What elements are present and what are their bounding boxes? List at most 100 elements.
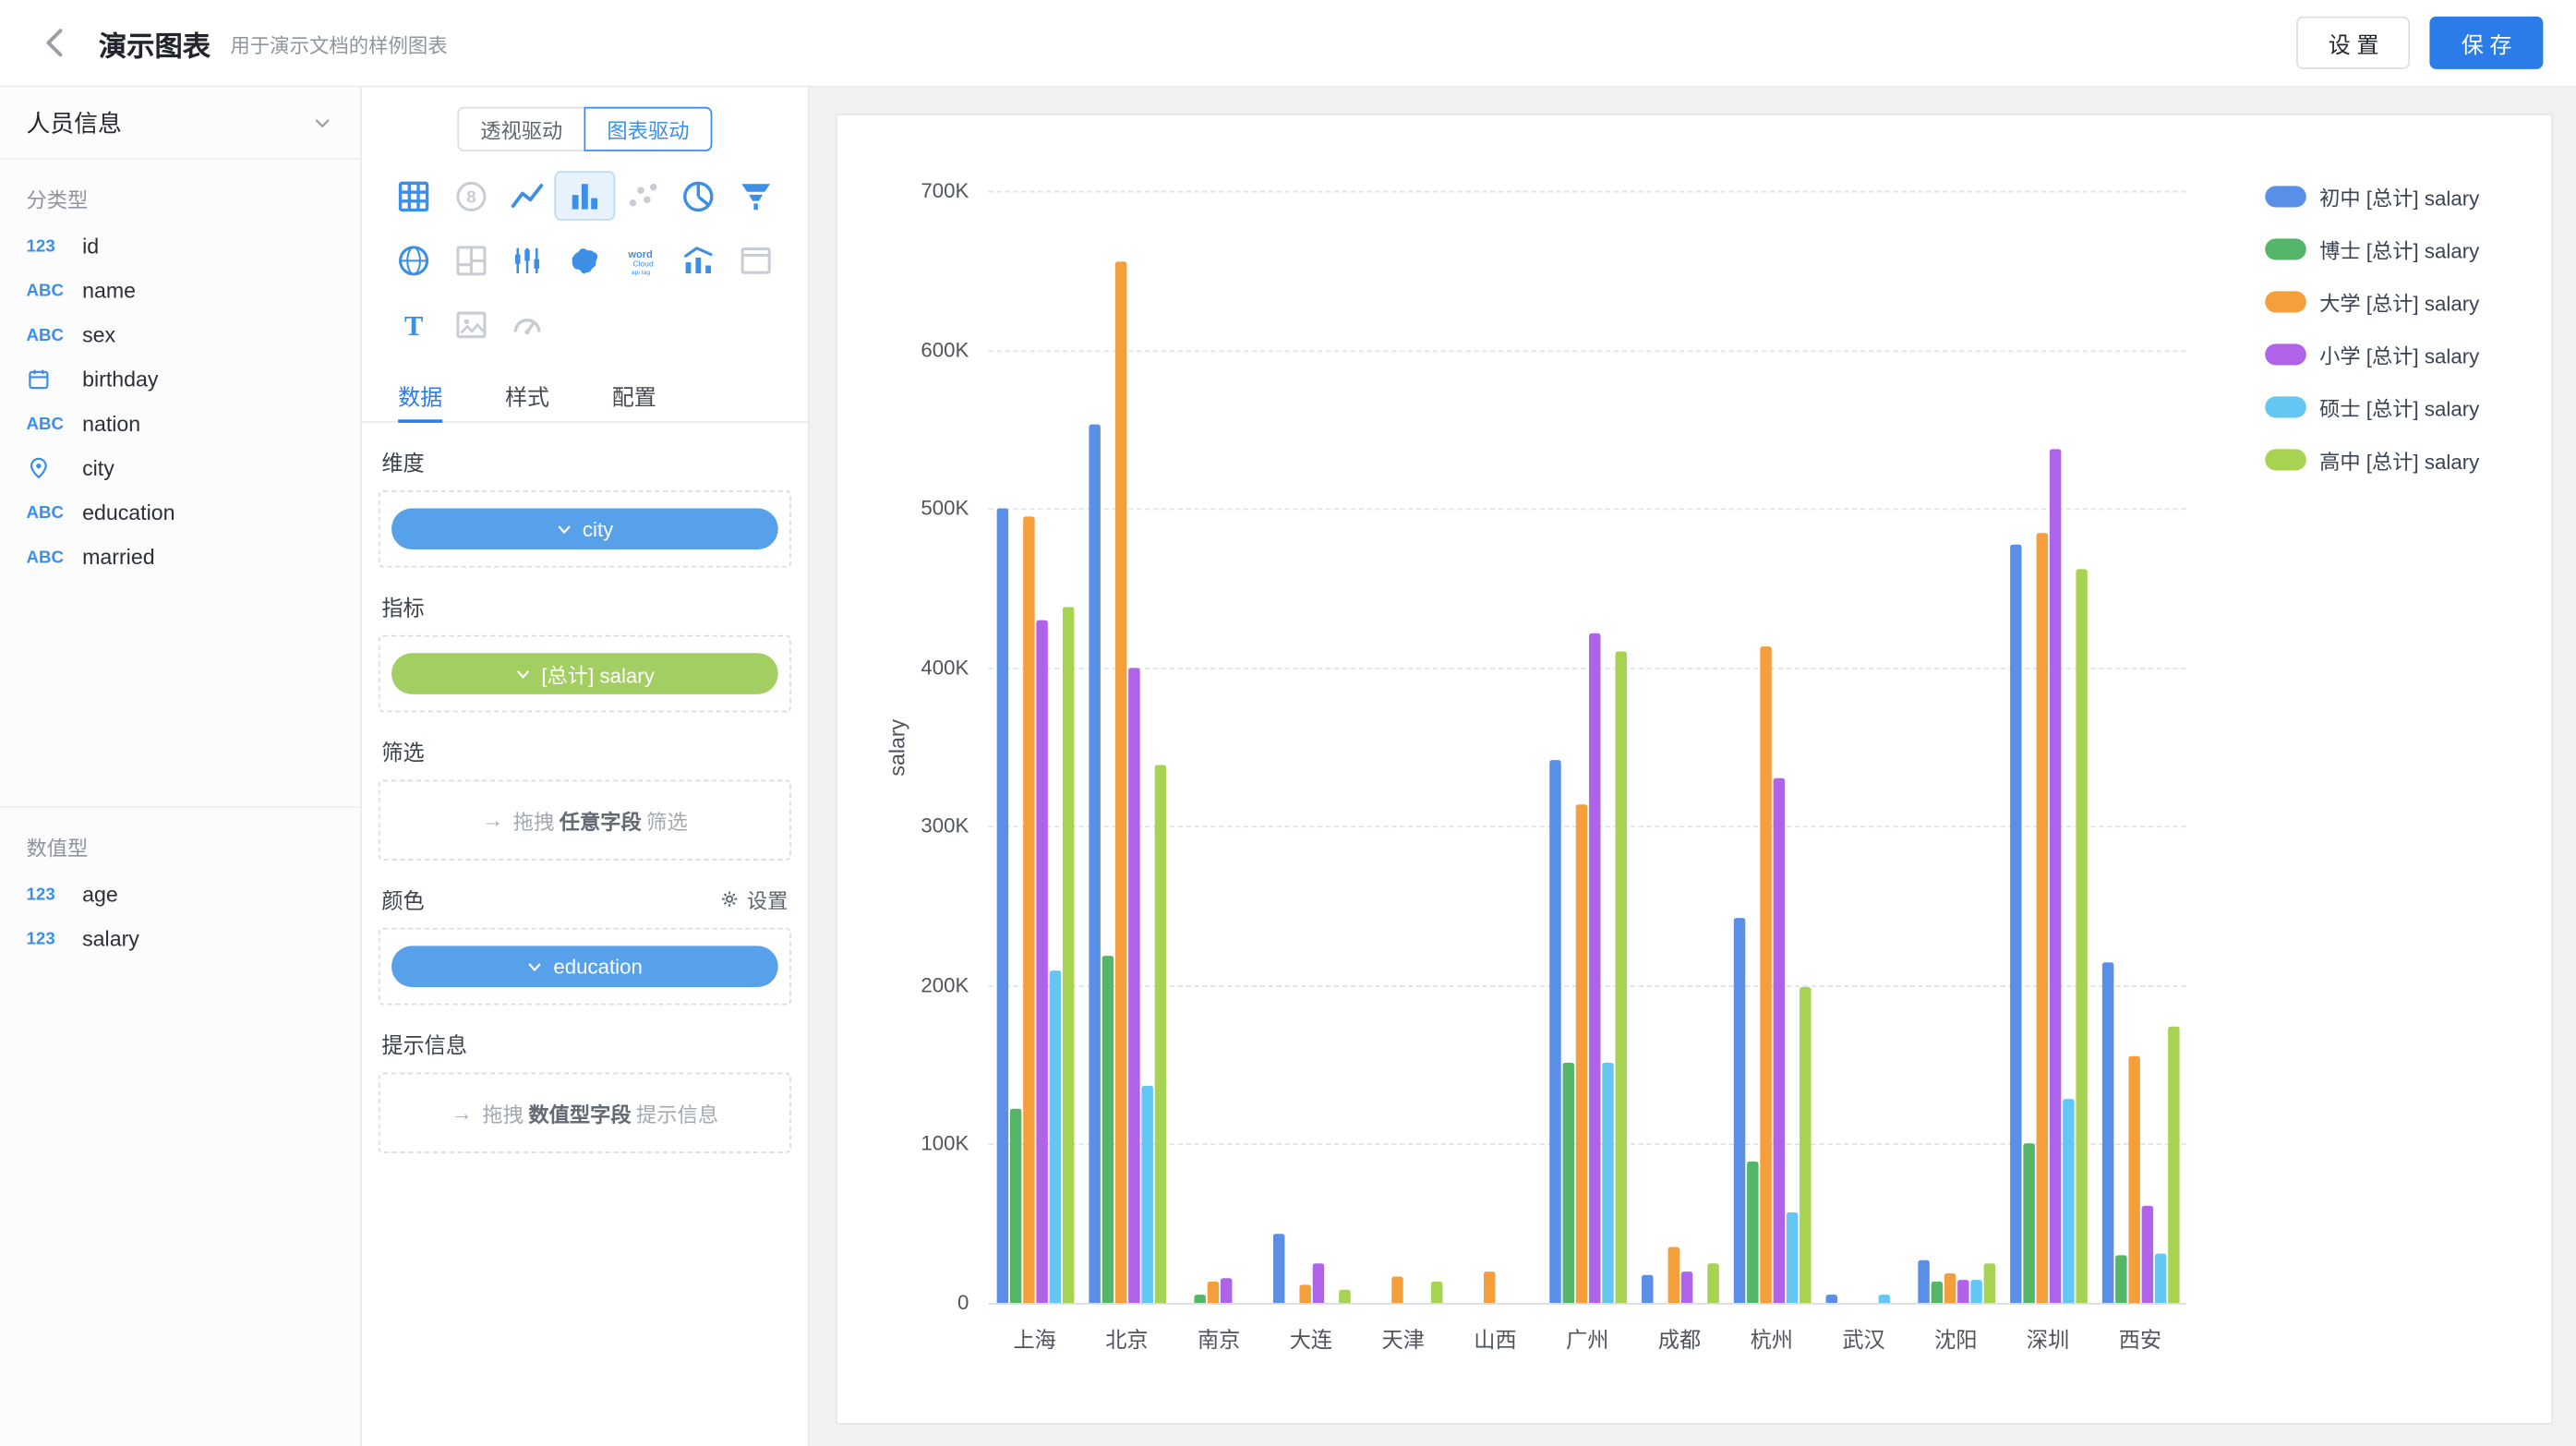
bar-大连-2[interactable] [1299,1285,1310,1303]
combo-chart-button[interactable] [670,237,728,283]
bar-成都-0[interactable] [1641,1274,1652,1303]
legend-item-5[interactable]: 高中 [总计] salary [2265,444,2479,476]
bar-北京-2[interactable] [1114,262,1125,1303]
bar-天津-5[interactable] [1430,1283,1441,1303]
bar-西安-4[interactable] [2154,1254,2165,1303]
bar-成都-2[interactable] [1667,1247,1679,1303]
bar-武汉-0[interactable] [1825,1295,1836,1303]
wordcloud-chart-button[interactable]: wordCloudapi tag [613,237,670,283]
radar-chart-button[interactable] [385,237,442,283]
bar-杭州-1[interactable] [1746,1162,1757,1303]
field-item-city[interactable]: city [0,446,360,490]
config-tab-数据[interactable]: 数据 [398,367,442,421]
bar-北京-5[interactable] [1154,765,1165,1303]
field-item-name[interactable]: ABCname [0,268,360,312]
bar-沈阳-3[interactable] [1956,1281,1968,1303]
back-button[interactable] [33,19,79,66]
legend-item-3[interactable]: 小学 [总计] salary [2265,339,2479,370]
bar-chart-button[interactable] [556,173,613,219]
metric-dropzone[interactable]: [总计] salary [379,635,791,713]
bar-上海-1[interactable] [1009,1109,1020,1303]
pie-chart-button[interactable] [670,173,728,219]
bar-上海-2[interactable] [1022,516,1033,1303]
bar-深圳-1[interactable] [2022,1144,2033,1303]
bar-上海-4[interactable] [1049,970,1060,1303]
table-chart-button[interactable] [385,173,442,219]
bar-沈阳-5[interactable] [1983,1263,1994,1303]
treemap-chart-button[interactable] [442,237,500,283]
bar-沈阳-1[interactable] [1931,1283,1942,1303]
save-button[interactable]: 保 存 [2430,17,2544,69]
bar-南京-1[interactable] [1194,1295,1205,1303]
bar-广州-5[interactable] [1615,652,1626,1303]
settings-button[interactable]: 设 置 [2297,17,2411,69]
legend-item-1[interactable]: 博士 [总计] salary [2265,234,2479,265]
field-item-id[interactable]: 123id [0,223,360,268]
bar-广州-2[interactable] [1575,804,1586,1303]
bar-深圳-4[interactable] [2062,1100,2073,1303]
bar-上海-5[interactable] [1062,607,1073,1303]
color-pill-education[interactable]: education [391,946,778,987]
bar-大连-3[interactable] [1312,1263,1323,1303]
bar-深圳-0[interactable] [2009,545,2020,1303]
filter-dropzone[interactable]: → 拖拽任意字段筛选 [379,779,791,860]
field-item-married[interactable]: ABCmarried [0,535,360,579]
color-settings-button[interactable]: 设置 [719,884,788,915]
bar-沈阳-4[interactable] [1969,1279,1980,1303]
bar-北京-4[interactable] [1141,1085,1152,1303]
legend-item-4[interactable]: 硕士 [总计] salary [2265,392,2479,423]
richtext-chart-button[interactable] [728,237,785,283]
bar-成都-5[interactable] [1706,1263,1717,1303]
field-item-age[interactable]: 123age [0,872,360,916]
dimension-dropzone[interactable]: city [379,490,791,568]
bar-杭州-5[interactable] [1799,987,1810,1303]
bar-杭州-4[interactable] [1786,1212,1797,1303]
config-tab-配置[interactable]: 配置 [612,367,656,421]
text-chart-button[interactable]: T [385,301,442,347]
bar-西安-2[interactable] [2128,1056,2139,1303]
bar-北京-0[interactable] [1089,425,1100,1303]
bar-西安-3[interactable] [2141,1206,2152,1303]
waterfall-chart-button[interactable] [500,237,557,283]
bar-广州-4[interactable] [1601,1063,1612,1303]
metric-pill-salary[interactable]: [总计] salary [391,653,778,694]
bar-成都-3[interactable] [1680,1271,1691,1303]
bar-西安-1[interactable] [2114,1255,2125,1303]
bar-深圳-2[interactable] [2036,533,2047,1303]
dimension-pill-city[interactable]: city [391,509,778,550]
bar-广州-1[interactable] [1562,1063,1573,1303]
bar-北京-1[interactable] [1101,957,1113,1303]
field-item-sex[interactable]: ABCsex [0,313,360,357]
bar-广州-3[interactable] [1588,634,1599,1303]
mode-tab-pivot-driven[interactable]: 透视驱动 [457,107,585,151]
image-chart-button[interactable] [442,301,500,347]
bar-沈阳-2[interactable] [1944,1272,1955,1303]
bar-沈阳-0[interactable] [1917,1260,1928,1303]
bar-天津-2[interactable] [1390,1276,1402,1303]
bar-大连-0[interactable] [1272,1233,1283,1303]
field-item-salary[interactable]: 123salary [0,916,360,960]
mode-tab-chart-driven[interactable]: 图表驱动 [584,107,712,151]
bar-北京-3[interactable] [1127,668,1138,1303]
bar-杭州-2[interactable] [1759,646,1770,1303]
bar-山西-2[interactable] [1483,1271,1494,1303]
bar-武汉-4[interactable] [1878,1295,1889,1303]
line-chart-button[interactable] [500,173,557,219]
scatter-chart-button[interactable] [613,173,670,219]
legend-item-2[interactable]: 大学 [总计] salary [2265,286,2479,318]
field-item-nation[interactable]: ABCnation [0,402,360,446]
field-item-education[interactable]: ABCeducation [0,490,360,535]
bar-大连-5[interactable] [1338,1290,1349,1303]
bar-深圳-3[interactable] [2049,450,2060,1303]
bar-杭州-3[interactable] [1773,778,1784,1303]
color-dropzone[interactable]: education [379,928,791,1006]
config-tab-样式[interactable]: 样式 [505,367,549,421]
dataset-selector[interactable]: 人员信息 [0,87,360,159]
gauge-chart-button[interactable] [500,301,557,347]
field-item-birthday[interactable]: birthday [0,357,360,402]
legend-item-0[interactable]: 初中 [总计] salary [2265,181,2479,212]
tooltip-dropzone[interactable]: → 拖拽数值型字段提示信息 [379,1073,791,1153]
bar-南京-2[interactable] [1207,1283,1218,1303]
bar-广州-0[interactable] [1548,760,1559,1303]
funnel-chart-button[interactable] [728,173,785,219]
